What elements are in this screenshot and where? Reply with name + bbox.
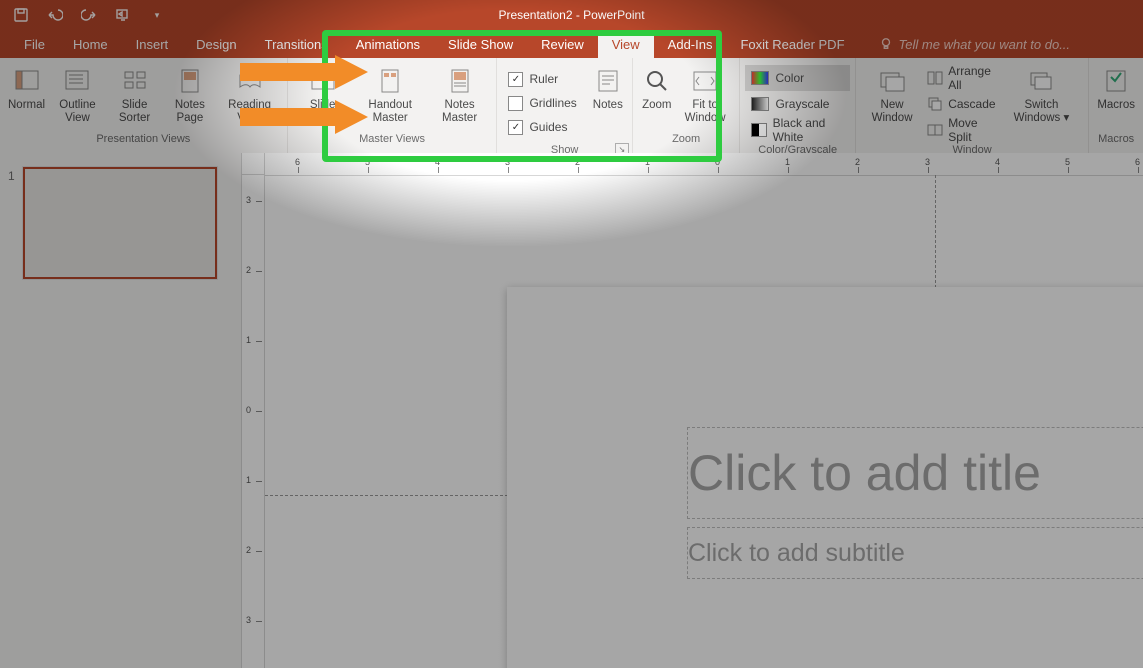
slide-thumbnail-panel: 1 <box>0 153 242 668</box>
tab-design[interactable]: Design <box>182 30 250 58</box>
slide-sorter-button[interactable]: Slide Sorter <box>107 63 162 129</box>
group-window: New Window Arrange All Cascade Move Spli… <box>856 58 1089 153</box>
cascade-icon <box>927 96 943 112</box>
quick-access-toolbar: ▾ <box>0 6 166 24</box>
fit-to-window-icon <box>689 65 721 97</box>
save-icon[interactable] <box>12 6 30 24</box>
vertical-ruler[interactable]: 3210123 <box>242 175 265 668</box>
normal-view-icon <box>11 65 43 97</box>
cascade-button[interactable]: Cascade <box>923 91 999 117</box>
guides-checkbox[interactable]: ✓ Guides <box>504 115 580 139</box>
horizontal-ruler[interactable]: 6543210123456 <box>265 153 1143 176</box>
slide-master-icon <box>307 65 339 97</box>
subtitle-placeholder[interactable]: Click to add subtitle <box>687 527 1143 579</box>
switch-windows-button[interactable]: Switch Windows ▾ <box>1000 63 1084 129</box>
new-window-button[interactable]: New Window <box>861 63 923 129</box>
zoom-button[interactable]: Zoom <box>638 63 676 129</box>
notes-page-icon <box>174 65 206 97</box>
arrange-all-icon <box>927 70 943 86</box>
tab-foxit[interactable]: Foxit Reader PDF <box>726 30 858 58</box>
macros-icon <box>1100 65 1132 97</box>
notes-button[interactable]: Notes <box>589 63 627 129</box>
redo-icon[interactable] <box>80 6 98 24</box>
slide-sorter-icon <box>119 65 151 97</box>
zoom-icon <box>641 65 673 97</box>
group-macros: Macros Macros <box>1089 58 1143 153</box>
group-color-grayscale: Color Grayscale Black and White Color/Gr… <box>740 58 855 153</box>
notes-master-button[interactable]: Notes Master <box>428 63 492 129</box>
checkbox-icon <box>508 96 523 111</box>
checkbox-icon: ✓ <box>508 72 523 87</box>
fit-to-window-button[interactable]: Fit to Window <box>676 63 735 129</box>
tab-animations[interactable]: Animations <box>342 30 434 58</box>
start-from-beginning-icon[interactable] <box>114 6 132 24</box>
tab-slideshow[interactable]: Slide Show <box>434 30 527 58</box>
tab-insert[interactable]: Insert <box>122 30 183 58</box>
group-master-views: Slide Master Handout Master Notes Master… <box>288 58 498 153</box>
color-button[interactable]: Color <box>745 65 849 91</box>
tab-transitions[interactable]: Transitions <box>251 30 342 58</box>
group-presentation-views: Normal Outline View Slide Sorter Notes P… <box>0 58 288 153</box>
black-and-white-button[interactable]: Black and White <box>745 117 849 143</box>
ribbon-tabs: File Home Insert Design Transitions Anim… <box>0 30 1143 58</box>
ruler-checkbox[interactable]: ✓ Ruler <box>504 67 580 91</box>
slide-master-button[interactable]: Slide Master <box>293 63 353 129</box>
move-split-icon <box>927 122 943 138</box>
notes-icon <box>592 65 624 97</box>
checkbox-icon: ✓ <box>508 120 523 135</box>
title-bar: ▾ Presentation2 - PowerPoint <box>0 0 1143 30</box>
group-label-presentation-views: Presentation Views <box>0 132 287 153</box>
color-swatch-icon <box>751 71 769 85</box>
group-label-zoom: Zoom <box>633 132 740 153</box>
new-window-icon <box>876 65 908 97</box>
customize-qat-icon[interactable]: ▾ <box>148 6 166 24</box>
tab-home[interactable]: Home <box>59 30 122 58</box>
tab-file[interactable]: File <box>10 30 59 58</box>
arrange-all-button[interactable]: Arrange All <box>923 65 999 91</box>
normal-view-button[interactable]: Normal <box>5 63 48 129</box>
group-zoom: Zoom Fit to Window Zoom <box>633 58 741 153</box>
tab-addins[interactable]: Add-Ins <box>654 30 727 58</box>
group-label-macros: Macros <box>1089 132 1143 153</box>
slide-thumbnail-1[interactable]: 1 <box>8 167 233 279</box>
group-show: ✓ Ruler Gridlines ✓ Guides Notes Show ↘ <box>497 58 632 153</box>
tab-review[interactable]: Review <box>527 30 598 58</box>
undo-icon[interactable] <box>46 6 64 24</box>
move-split-button[interactable]: Move Split <box>923 117 999 143</box>
switch-windows-icon <box>1025 65 1057 97</box>
bw-swatch-icon <box>751 123 766 137</box>
notes-master-icon <box>444 65 476 97</box>
slide-canvas[interactable]: Click to add title Click to add subtitle <box>265 175 1143 668</box>
ribbon: Normal Outline View Slide Sorter Notes P… <box>0 58 1143 154</box>
workspace: 1 6543210123456 3210123 Click to add tit… <box>0 153 1143 668</box>
outline-view-icon <box>61 65 93 97</box>
title-placeholder[interactable]: Click to add title <box>687 427 1143 519</box>
ruler-corner <box>242 153 265 175</box>
notes-page-button[interactable]: Notes Page <box>162 63 217 129</box>
slide: Click to add title Click to add subtitle <box>507 287 1143 668</box>
reading-view-button[interactable]: Reading View <box>218 63 282 129</box>
handout-master-icon <box>374 65 406 97</box>
tell-me-search[interactable]: Tell me what you want to do... <box>879 30 1071 58</box>
group-label-master-views: Master Views <box>288 132 497 153</box>
macros-button[interactable]: Macros <box>1094 63 1138 129</box>
lightbulb-icon <box>879 37 893 51</box>
gridlines-checkbox[interactable]: Gridlines <box>504 91 580 115</box>
grayscale-button[interactable]: Grayscale <box>745 91 849 117</box>
slide-thumbnail-preview <box>23 167 217 279</box>
tab-view[interactable]: View <box>598 30 654 58</box>
outline-view-button[interactable]: Outline View <box>48 63 107 129</box>
slide-number: 1 <box>8 167 15 279</box>
reading-view-icon <box>234 65 266 97</box>
grayscale-swatch-icon <box>751 97 769 111</box>
window-title: Presentation2 - PowerPoint <box>498 8 644 22</box>
handout-master-button[interactable]: Handout Master <box>353 63 428 129</box>
